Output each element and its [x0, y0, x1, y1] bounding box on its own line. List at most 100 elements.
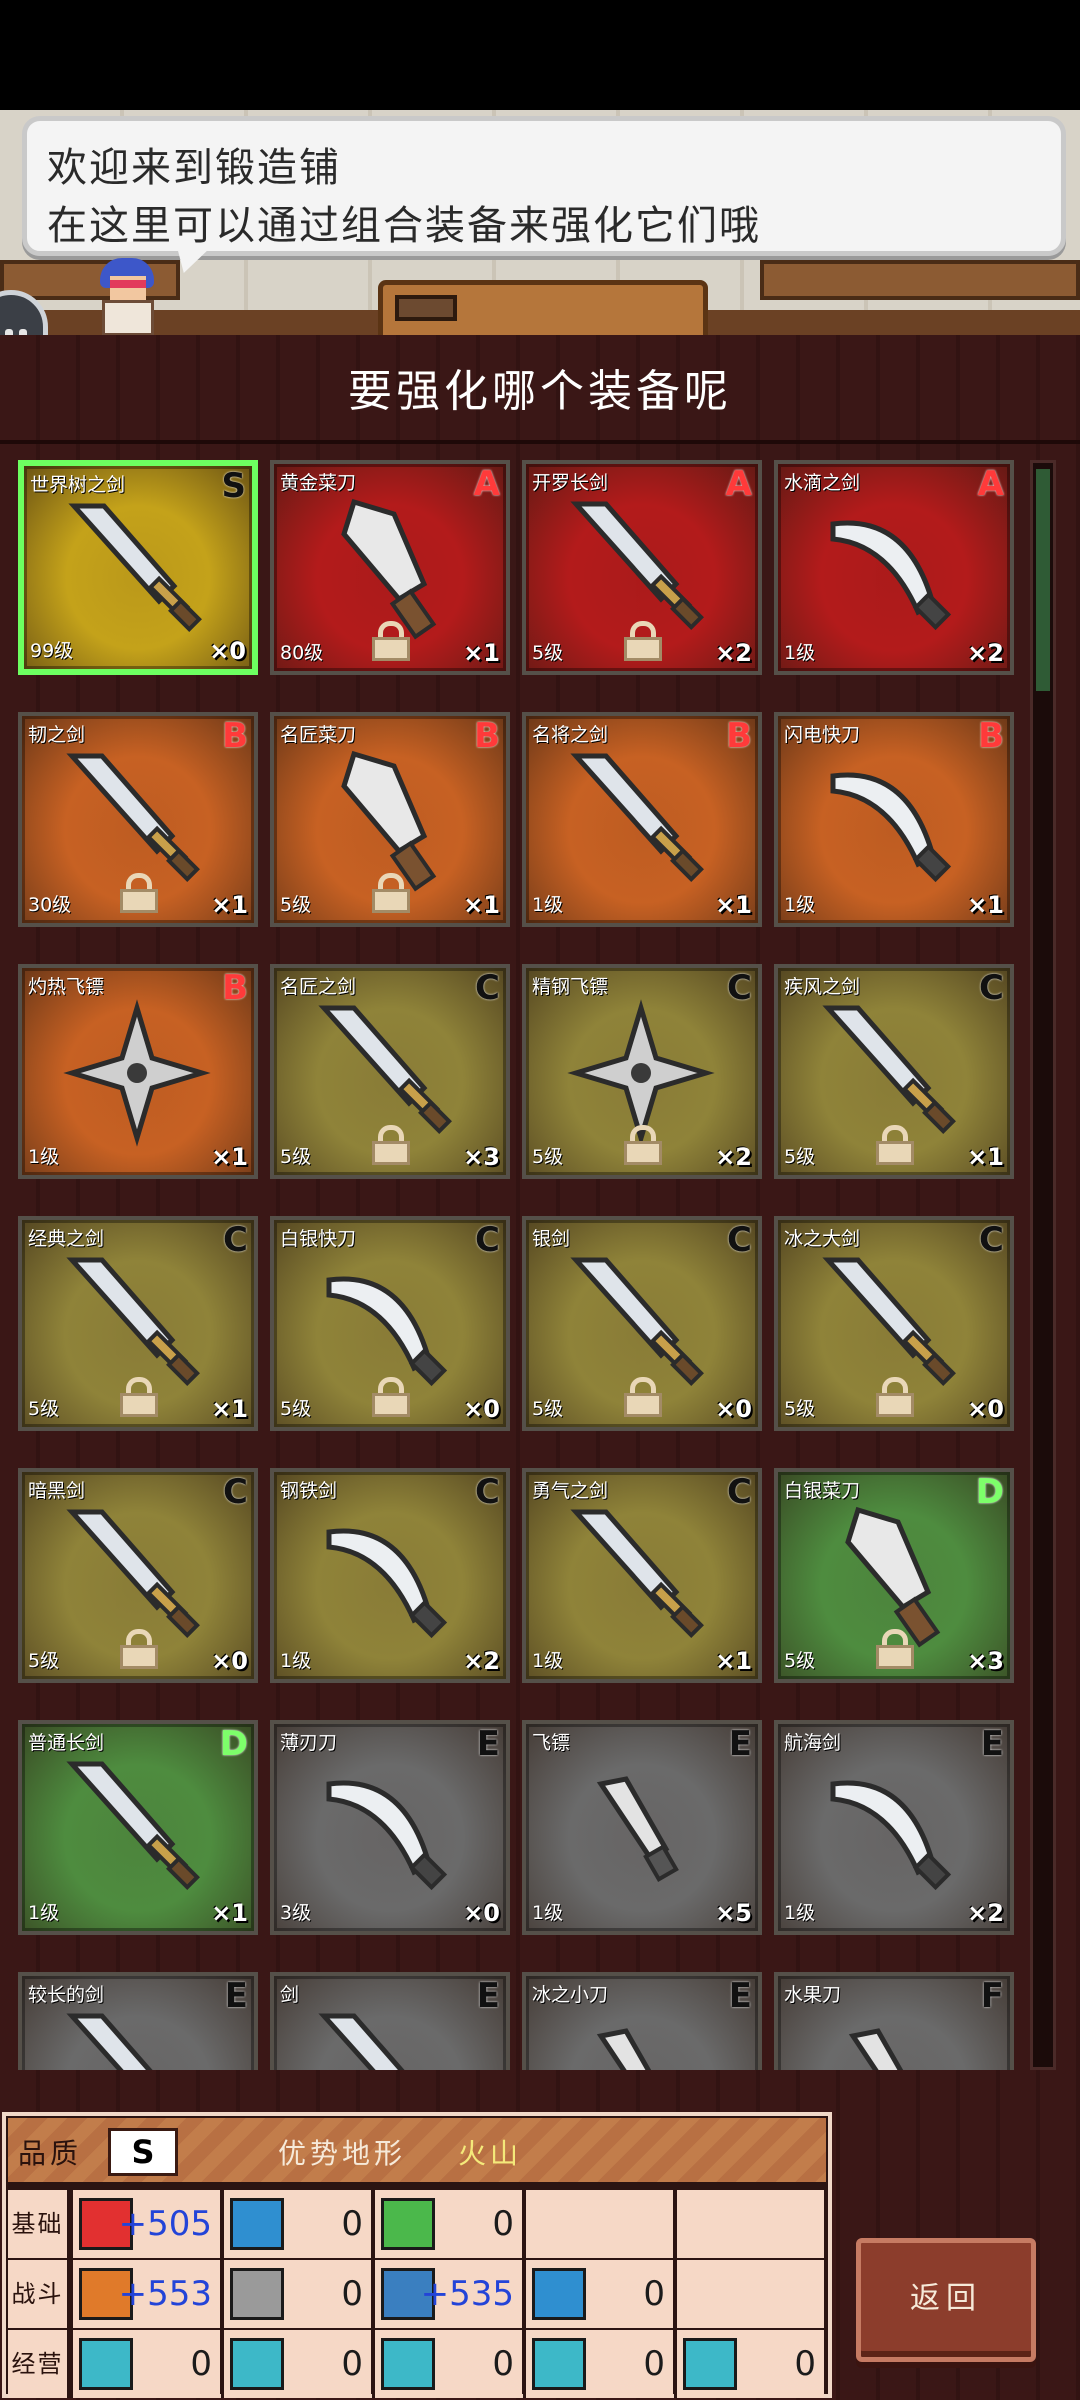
- equipment-card[interactable]: 暗黑剑 C 5级 ×0: [18, 1468, 258, 1683]
- equipment-name: 水滴之剑: [784, 472, 861, 494]
- equipment-count: ×3: [463, 1143, 500, 1171]
- chest-icon: [532, 2338, 586, 2390]
- equipment-name: 经典之剑: [28, 1228, 105, 1250]
- equipment-card[interactable]: 精钢飞镖 C 5级 ×2: [522, 964, 762, 1179]
- scroll-thumb[interactable]: [1036, 469, 1050, 691]
- equipment-card[interactable]: 普通长剑 D 1级 ×1: [18, 1720, 258, 1935]
- equipment-level: 5级: [280, 894, 312, 916]
- stat-value: 0: [492, 2204, 514, 2244]
- equipment-card[interactable]: 名将之剑 B 1级 ×1: [522, 712, 762, 927]
- equipment-count: ×0: [463, 1899, 500, 1927]
- equipment-level: 1级: [532, 894, 564, 916]
- equipment-level: 1级: [784, 894, 816, 916]
- equipment-card[interactable]: 飞镖 E 1级 ×5: [522, 1720, 762, 1935]
- equipment-card[interactable]: 航海剑 E 1级 ×2: [774, 1720, 1014, 1935]
- stat-cell: 0: [523, 2330, 673, 2398]
- equipment-count: ×1: [211, 1395, 248, 1423]
- shuriken-icon: [62, 998, 212, 1148]
- shopkeeper-avatar: [90, 258, 170, 336]
- stats-row: 经营 0 0 0 0 0: [8, 2330, 826, 2398]
- rank-badge: F: [980, 1976, 1004, 2016]
- equipment-card[interactable]: 冰之小刀 E: [522, 1972, 762, 2070]
- equipment-count: ×1: [463, 639, 500, 667]
- rank-badge: A: [473, 464, 500, 504]
- curved-blade-icon: [818, 1754, 968, 1904]
- equipment-name: 疾风之剑: [784, 976, 861, 998]
- rank-badge: E: [224, 1976, 248, 2016]
- rank-badge: C: [475, 968, 500, 1008]
- equipment-name: 银剑: [532, 1228, 571, 1250]
- panel-title: 要强化哪个装备呢: [348, 366, 732, 417]
- equipment-card[interactable]: 剑E: [270, 1972, 510, 2070]
- equipment-name: 冰之小刀: [532, 1984, 609, 2006]
- rank-badge: E: [728, 1724, 752, 1764]
- equipment-name: 勇气之剑: [532, 1480, 609, 1502]
- rank-badge: C: [727, 968, 752, 1008]
- equipment-card[interactable]: 灼热飞镖 B 1级 ×1: [18, 964, 258, 1179]
- stat-value: 0: [190, 2344, 212, 2384]
- equipment-level: 99级: [30, 640, 74, 662]
- back-button[interactable]: 返回: [856, 2238, 1036, 2362]
- boot-icon: [683, 2338, 737, 2390]
- rank-badge: C: [979, 968, 1004, 1008]
- stat-value: +535: [420, 2274, 514, 2314]
- equipment-count: ×2: [967, 639, 1004, 667]
- equipment-card[interactable]: 名匠菜刀 B 5级 ×1: [270, 712, 510, 927]
- equipment-grid[interactable]: 世界树之剑 S 99级 ×0 黄金菜刀 A 80级 ×1 开罗长剑 A 5级 ×2 水滴之剑 A 1级 ×2 韧…: [18, 460, 1018, 2070]
- equipment-card[interactable]: 薄刃刀 E 3级 ×0: [270, 1720, 510, 1935]
- equipment-card[interactable]: 韧之剑 B 30级 ×1: [18, 712, 258, 927]
- stats-table: 品质 S 优势地形 火山 基础 +505 0 0 战斗 +553 0 +535 0 经营 0 0 0 0 0: [2, 2112, 832, 2398]
- equipment-name: 飞镖: [532, 1732, 571, 1754]
- equipment-count: ×5: [715, 1899, 752, 1927]
- equipment-name: 精钢飞镖: [532, 976, 609, 998]
- dagger-icon: [818, 2006, 968, 2070]
- equipment-card[interactable]: 名匠之剑 C 5级 ×3: [270, 964, 510, 1179]
- equipment-level: 5级: [28, 1650, 60, 1672]
- equipment-card[interactable]: 冰之大剑 C 5级 ×0: [774, 1216, 1014, 1431]
- equipment-card[interactable]: 较长的剑 E: [18, 1972, 258, 2070]
- stat-value: 0: [341, 2204, 363, 2244]
- equipment-count: ×0: [211, 1647, 248, 1675]
- equipment-name: 水果刀: [784, 1984, 842, 2006]
- scrollbar[interactable]: [1030, 460, 1056, 2070]
- stats-row-label: 战斗: [8, 2260, 70, 2328]
- equipment-count: ×0: [209, 637, 246, 665]
- equipment-card[interactable]: 勇气之剑 C 1级 ×1: [522, 1468, 762, 1683]
- equipment-card[interactable]: 世界树之剑 S 99级 ×0: [18, 460, 258, 675]
- equipment-card[interactable]: 闪电快刀 B 1级 ×1: [774, 712, 1014, 927]
- rank-badge: C: [475, 1472, 500, 1512]
- equipment-name: 航海剑: [784, 1732, 842, 1754]
- equipment-card[interactable]: 开罗长剑 A 5级 ×2: [522, 460, 762, 675]
- equipment-card[interactable]: 银剑 C 5级 ×0: [522, 1216, 762, 1431]
- lock-icon: [370, 1125, 412, 1165]
- sword-icon: [64, 496, 214, 646]
- equipment-card[interactable]: 经典之剑 C 5级 ×1: [18, 1216, 258, 1431]
- rank-badge: A: [977, 464, 1004, 504]
- equipment-level: 5级: [784, 1650, 816, 1672]
- quality-label: 品质: [18, 2137, 83, 2170]
- equipment-count: ×1: [715, 1647, 752, 1675]
- lock-icon: [118, 1377, 160, 1417]
- equipment-count: ×1: [211, 1899, 248, 1927]
- equipment-name: 钢铁剑: [280, 1480, 338, 1502]
- equipment-card[interactable]: 钢铁剑 C 1级 ×2: [270, 1468, 510, 1683]
- equipment-card[interactable]: 白银菜刀 D 5级 ×3: [774, 1468, 1014, 1683]
- equipment-card[interactable]: 水果刀 F: [774, 1972, 1014, 2070]
- stat-cell: 0: [674, 2330, 824, 2398]
- speech-bubble[interactable]: 欢迎来到锻造铺 在这里可以通过组合装备来强化它们哦: [22, 116, 1066, 273]
- hammer-icon: [230, 2338, 284, 2390]
- equipment-card[interactable]: 疾风之剑 C 5级 ×1: [774, 964, 1014, 1179]
- stats-row-label: 经营: [8, 2330, 70, 2398]
- sword-icon: [566, 1502, 716, 1652]
- rank-badge: A: [725, 464, 752, 504]
- dagger-icon: [566, 1754, 716, 1904]
- stats-header: 品质 S 优势地形 火山: [8, 2118, 826, 2186]
- equipment-level: 1级: [28, 1902, 60, 1924]
- curved-blade-icon: [314, 1754, 464, 1904]
- lock-icon: [622, 1377, 664, 1417]
- equipment-card[interactable]: 水滴之剑 A 1级 ×2: [774, 460, 1014, 675]
- equipment-card[interactable]: 黄金菜刀 A 80级 ×1: [270, 460, 510, 675]
- stat-cell: +505: [70, 2190, 220, 2258]
- equipment-card[interactable]: 白银快刀 C 5级 ×0: [270, 1216, 510, 1431]
- stat-cell: 0: [70, 2330, 220, 2398]
